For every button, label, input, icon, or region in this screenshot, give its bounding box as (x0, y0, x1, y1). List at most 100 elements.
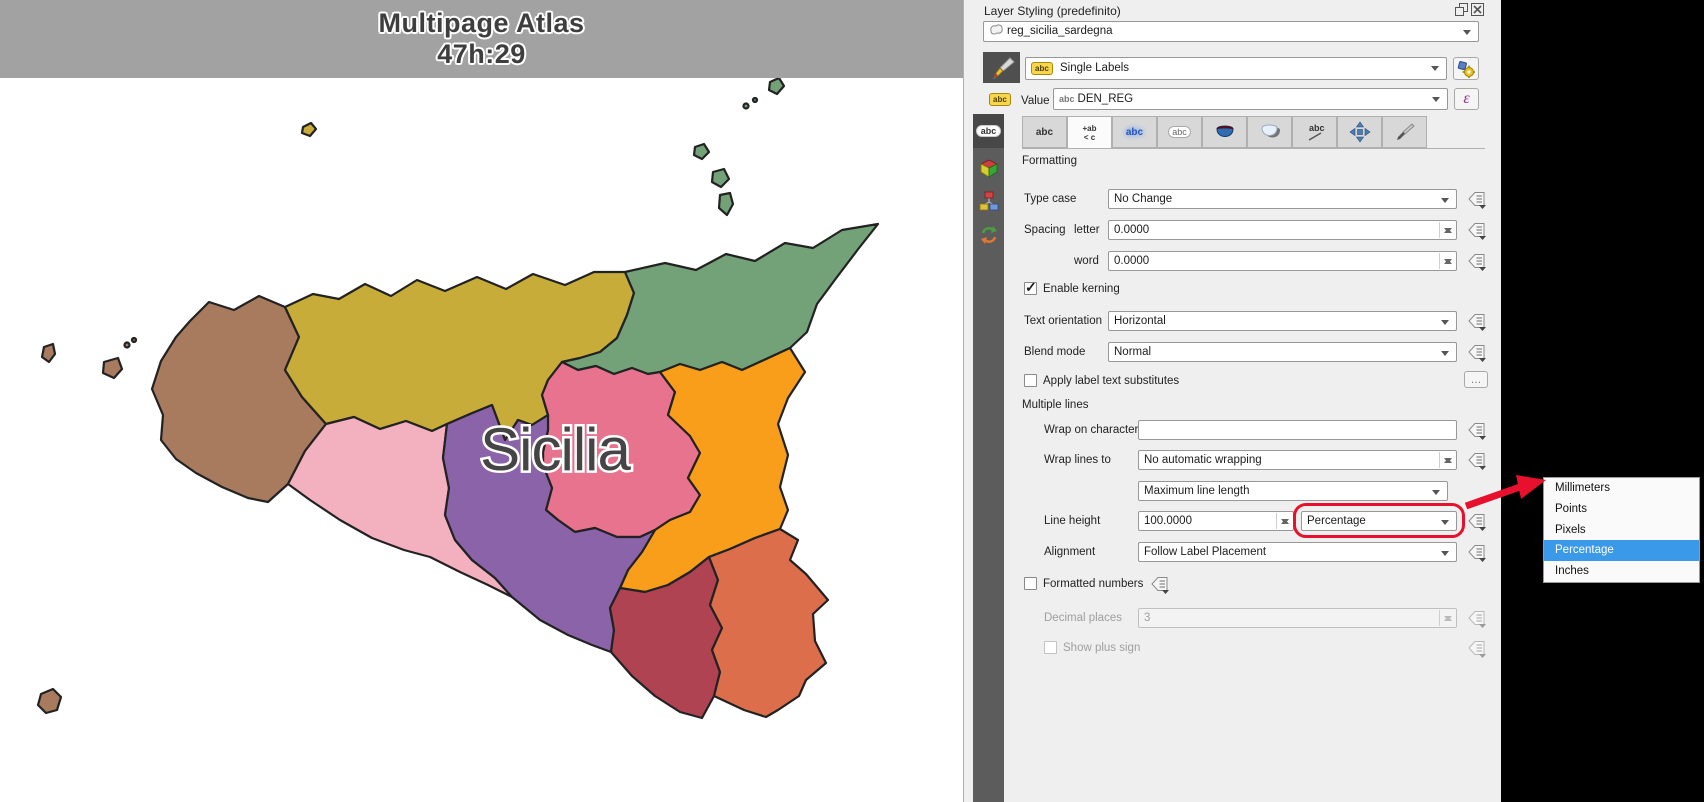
tab-text[interactable]: abc (1022, 116, 1067, 148)
background-tab-icon (1213, 121, 1237, 143)
layer-selector[interactable]: reg_sicilia_sardegna (983, 21, 1479, 42)
formatting-heading: Formatting (1022, 155, 1077, 167)
value-expression-select[interactable]: abcDEN_REG (1053, 88, 1448, 110)
menu-item-inches[interactable]: Inches (1544, 561, 1699, 582)
close-icon[interactable] (1471, 3, 1484, 16)
show-plus-label: Show plus sign (1063, 642, 1140, 654)
check-mark: ✓ (1025, 279, 1037, 296)
max-line-length-value: Maximum line length (1144, 485, 1249, 497)
blend-mode-label: Blend mode (1024, 346, 1085, 358)
tab-callouts[interactable]: abc (1292, 116, 1337, 148)
data-defined-override-button[interactable] (1465, 608, 1488, 628)
formatted-numbers-label: Formatted numbers (1043, 578, 1143, 590)
tab-underline (1022, 148, 1485, 149)
line-height-value: 100.0000 (1144, 515, 1192, 527)
tab-formatting[interactable]: +ab< c (1067, 116, 1112, 149)
type-case-label: Type case (1024, 193, 1076, 205)
wrap-lines-input[interactable]: No automatic wrapping (1138, 450, 1457, 470)
sidebar-3d-icon[interactable] (973, 152, 1004, 186)
letter-spacing-input[interactable]: 0.0000 (1108, 220, 1457, 240)
menu-item-points[interactable]: Points (1544, 499, 1699, 520)
text-orientation-select[interactable]: Horizontal (1108, 311, 1457, 331)
line-height-input[interactable]: 100.0000 (1138, 511, 1294, 531)
alignment-select[interactable]: Follow Label Placement (1138, 542, 1457, 562)
tab-background[interactable] (1202, 116, 1247, 148)
substitutes-ellipsis-button[interactable]: … (1464, 371, 1488, 388)
data-defined-override-button[interactable] (1465, 542, 1488, 562)
blend-mode-select[interactable]: Normal (1108, 342, 1457, 362)
data-defined-icon (1465, 420, 1488, 440)
decimal-places-spinner (1439, 610, 1455, 626)
apply-substitutes-label: Apply label text substitutes (1043, 375, 1179, 387)
blend-mode-value: Normal (1114, 346, 1151, 358)
data-defined-override-button[interactable] (1465, 251, 1488, 271)
island-aeolian-dot-1 (744, 104, 749, 109)
letter-spinner[interactable] (1439, 222, 1455, 238)
island-egadi-dot-2 (132, 338, 136, 342)
wrap-char-input[interactable] (1138, 420, 1457, 440)
island-egadi-1 (42, 344, 55, 362)
line-height-spinner[interactable] (1276, 513, 1292, 529)
data-defined-override-button[interactable] (1465, 220, 1488, 240)
symbology-mode-button[interactable] (983, 52, 1020, 83)
menu-item-pixels[interactable]: Pixels (1544, 520, 1699, 541)
data-defined-override-button[interactable] (1465, 189, 1488, 209)
max-line-length-select[interactable]: Maximum line length (1138, 481, 1448, 501)
unit-dropdown-menu: Millimeters Points Pixels Percentage Inc… (1543, 477, 1700, 583)
tab-placement[interactable] (1337, 116, 1382, 148)
data-defined-icon (1465, 608, 1488, 628)
decimal-places-value: 3 (1144, 612, 1150, 624)
word-spacing-input[interactable]: 0.0000 (1108, 251, 1457, 271)
data-defined-icon (1465, 342, 1488, 362)
line-height-label: Line height (1044, 515, 1100, 527)
enable-kerning-checkbox[interactable]: ✓ (1024, 282, 1037, 295)
live-update-button[interactable] (1453, 57, 1479, 80)
sidebar-labels-icon[interactable]: abc (973, 114, 1004, 148)
type-case-select[interactable]: No Change (1108, 189, 1457, 209)
wrap-char-label: Wrap on character (1044, 424, 1138, 436)
menu-item-millimeters[interactable]: Millimeters (1544, 478, 1699, 499)
island-egadi-dot-1 (125, 343, 130, 348)
tab-mask[interactable]: abc (1157, 116, 1202, 148)
undock-icon[interactable] (1455, 3, 1468, 16)
region-siracusa (709, 529, 828, 717)
tab-rendering[interactable] (1382, 116, 1427, 148)
labels-mode-select[interactable]: abc Single Labels (1025, 57, 1447, 80)
word-spinner[interactable] (1439, 253, 1455, 269)
sidebar-history-icon[interactable] (973, 218, 1004, 252)
formatted-numbers-checkbox[interactable] (1024, 577, 1037, 590)
data-defined-override-button[interactable] (1465, 420, 1488, 440)
island-aeolian-1 (694, 144, 709, 159)
ellipsis-label: … (1471, 374, 1482, 386)
panel-title: Layer Styling (predefinito) (984, 4, 1121, 18)
placement-tab-icon (1348, 121, 1372, 143)
epsilon-icon: ε (1463, 90, 1469, 108)
show-plus-checkbox (1044, 641, 1057, 654)
wrap-lines-spinner[interactable] (1439, 452, 1455, 468)
data-defined-override-button[interactable] (1465, 638, 1488, 658)
island-aeolian-north (769, 78, 784, 94)
decimal-places-input: 3 (1138, 608, 1457, 628)
menu-item-percentage[interactable]: Percentage (1544, 540, 1699, 561)
data-defined-icon (1465, 542, 1488, 562)
data-defined-override-button[interactable] (1465, 311, 1488, 331)
sidebar-diagram-icon[interactable] (973, 184, 1004, 218)
layer-name: reg_sicilia_sardegna (1007, 25, 1112, 37)
shadow-tab-icon (1258, 121, 1282, 143)
data-defined-override-button[interactable] (1465, 342, 1488, 362)
atlas-title-bar: Multipage Atlas 47h:29 (0, 0, 963, 78)
letter-label: letter (1074, 224, 1100, 236)
apply-substitutes-checkbox[interactable] (1024, 374, 1037, 387)
data-defined-icon (1148, 574, 1171, 594)
data-defined-override-button[interactable] (1465, 450, 1488, 470)
panel-side-toolbar: abc (973, 114, 1004, 802)
tab-shadow[interactable] (1247, 116, 1292, 148)
paintbrush-icon (989, 55, 1015, 81)
expression-builder-button[interactable]: ε (1454, 88, 1479, 110)
data-defined-override-button[interactable] (1148, 574, 1171, 594)
labels-mode-value: Single Labels (1060, 62, 1129, 74)
tab-buffer[interactable]: abc (1112, 116, 1157, 148)
island-aeolian-2 (712, 169, 729, 187)
island-aeolian-dot-2 (753, 98, 757, 102)
auto-apply-icon (1457, 60, 1475, 78)
